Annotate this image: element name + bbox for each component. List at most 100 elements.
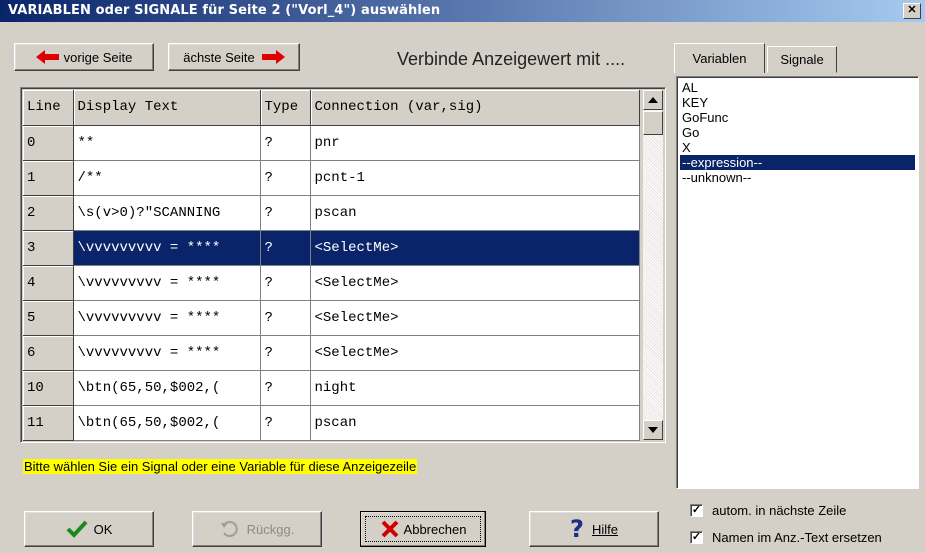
- window-title: VARIABLEN oder SIGNALE für Seite 2 ("Vor…: [8, 3, 441, 18]
- arrow-up-icon: [648, 97, 658, 103]
- row-type-cell[interactable]: ?: [260, 370, 311, 406]
- row-connection-cell[interactable]: pnr: [310, 125, 640, 161]
- replace-names-checkbox[interactable]: ✓: [690, 531, 703, 544]
- replace-names-checkbox-row[interactable]: ✓ Namen im Anz.-Text ersetzen: [690, 530, 882, 545]
- row-type-cell[interactable]: ?: [260, 160, 311, 196]
- row-type-cell[interactable]: ?: [260, 125, 311, 161]
- undo-label: Rückgg.: [246, 521, 295, 537]
- row-connection-cell[interactable]: pscan: [310, 195, 640, 231]
- list-item[interactable]: --unknown--: [680, 170, 915, 185]
- row-text-cell[interactable]: **: [73, 125, 261, 161]
- row-line-cell: 5: [23, 300, 74, 336]
- scroll-up-button[interactable]: [643, 90, 663, 110]
- row-connection-cell[interactable]: <SelectMe>: [310, 335, 640, 371]
- connection-grid[interactable]: Line Display Text Type Connection (var,s…: [20, 87, 666, 443]
- table-row[interactable]: 5 \vvvvvvvvv = ****? <SelectMe>: [23, 300, 640, 336]
- check-icon: ✓: [691, 504, 702, 516]
- check-icon: ✓: [691, 531, 702, 543]
- row-line-cell: 10: [23, 370, 74, 406]
- help-button[interactable]: ? Hilfe: [529, 511, 659, 547]
- column-header-type[interactable]: Type: [260, 90, 311, 126]
- row-text-cell[interactable]: \vvvvvvvvv = ****: [73, 335, 261, 371]
- row-connection-cell[interactable]: pcnt-1: [310, 160, 640, 196]
- row-type-cell[interactable]: ?: [260, 230, 311, 266]
- row-text-cell[interactable]: \vvvvvvvvv = ****: [73, 265, 261, 301]
- page-heading: Verbinde Anzeigewert mit ....: [397, 49, 626, 69]
- list-item[interactable]: AL: [680, 80, 915, 95]
- arrow-down-icon: [648, 427, 658, 433]
- list-item[interactable]: KEY: [680, 95, 915, 110]
- row-text-cell[interactable]: \vvvvvvvvv = ****: [73, 230, 261, 266]
- column-header-line[interactable]: Line: [23, 90, 74, 126]
- row-text-cell[interactable]: \btn(65,50,$002,(: [73, 370, 261, 406]
- hint-text: Bitte wählen Sie ein Signal oder eine Va…: [23, 459, 418, 474]
- tab-signale[interactable]: Signale: [767, 46, 837, 73]
- list-item[interactable]: GoFunc: [680, 110, 915, 125]
- list-item[interactable]: Go: [680, 125, 915, 140]
- row-connection-cell[interactable]: night: [310, 370, 640, 406]
- next-page-button[interactable]: ächste Seite: [168, 43, 300, 71]
- table-row[interactable]: 10 \btn(65,50,$002,(? night: [23, 370, 640, 406]
- row-line-cell: 0: [23, 125, 74, 161]
- scroll-thumb[interactable]: [643, 111, 663, 135]
- close-icon: ✕: [907, 4, 917, 16]
- grid-table: Line Display Text Type Connection (var,s…: [23, 90, 640, 441]
- row-text-cell[interactable]: \btn(65,50,$002,(: [73, 405, 261, 441]
- row-text-cell[interactable]: /**: [73, 160, 261, 196]
- auto-next-line-checkbox-row[interactable]: ✓ autom. in nächste Zeile: [690, 503, 846, 518]
- arrow-right-icon: [261, 50, 285, 64]
- table-row[interactable]: 11 \btn(65,50,$002,(? pscan: [23, 405, 640, 441]
- undo-button[interactable]: Rückgg.: [192, 511, 322, 547]
- row-text-cell[interactable]: \vvvvvvvvv = ****: [73, 300, 261, 336]
- table-row[interactable]: 2 \s(v>0)?"SCANNING? pscan: [23, 195, 640, 231]
- cancel-button[interactable]: Abbrechen: [360, 511, 486, 547]
- list-item[interactable]: X: [680, 140, 915, 155]
- column-header-display-text[interactable]: Display Text: [73, 90, 261, 126]
- checkmark-icon: [66, 520, 88, 538]
- prev-page-label: vorige Seite: [63, 49, 133, 65]
- table-row[interactable]: 0 **? pnr: [23, 125, 640, 161]
- scroll-down-button[interactable]: [643, 420, 663, 440]
- arrow-left-icon: [35, 50, 59, 64]
- list-item-selected[interactable]: --expression--: [680, 155, 915, 170]
- undo-icon: [220, 521, 238, 537]
- table-row-selected[interactable]: 3 \vvvvvvvvv = ****? <SelectMe>: [23, 230, 640, 266]
- help-label: Hilfe: [591, 521, 618, 537]
- tab-variablen-label: Variablen: [692, 51, 747, 66]
- grid-header-row: Line Display Text Type Connection (var,s…: [23, 90, 640, 126]
- row-connection-cell[interactable]: <SelectMe>: [310, 230, 640, 266]
- table-row[interactable]: 1/**? pcnt-1: [23, 160, 640, 196]
- close-button[interactable]: ✕: [903, 3, 921, 19]
- row-type-cell[interactable]: ?: [260, 405, 311, 441]
- tab-signale-label: Signale: [780, 52, 824, 67]
- auto-next-line-checkbox[interactable]: ✓: [690, 504, 703, 517]
- column-header-connection[interactable]: Connection (var,sig): [310, 90, 640, 126]
- row-text-cell[interactable]: \s(v>0)?"SCANNING: [73, 195, 261, 231]
- row-connection-cell[interactable]: <SelectMe>: [310, 265, 640, 301]
- variables-listbox[interactable]: AL KEY GoFunc Go X --expression-- --unkn…: [676, 76, 919, 489]
- grid-vertical-scrollbar[interactable]: [643, 90, 663, 440]
- focus-rect: [365, 516, 481, 542]
- row-type-cell[interactable]: ?: [260, 195, 311, 231]
- row-type-cell[interactable]: ?: [260, 335, 311, 371]
- row-line-cell: 4: [23, 265, 74, 301]
- tab-variablen[interactable]: Variablen: [674, 43, 765, 73]
- ok-button[interactable]: OK: [24, 511, 154, 547]
- prev-page-button[interactable]: vorige Seite: [14, 43, 154, 71]
- row-line-cell: 6: [23, 335, 74, 371]
- table-row[interactable]: 6 \vvvvvvvvv = ****? <SelectMe>: [23, 335, 640, 371]
- row-line-cell: 1: [23, 160, 74, 196]
- table-row[interactable]: 4 \vvvvvvvvv = ****? <SelectMe>: [23, 265, 640, 301]
- row-type-cell[interactable]: ?: [260, 300, 311, 336]
- row-type-cell[interactable]: ?: [260, 265, 311, 301]
- help-question-icon: ?: [570, 515, 584, 543]
- replace-names-label: Namen im Anz.-Text ersetzen: [712, 530, 882, 545]
- row-line-cell: 11: [23, 405, 74, 441]
- row-connection-cell[interactable]: pscan: [310, 405, 640, 441]
- next-page-label: ächste Seite: [183, 49, 255, 65]
- row-line-cell: 3: [23, 230, 74, 266]
- title-bar[interactable]: VARIABLEN oder SIGNALE für Seite 2 ("Vor…: [0, 0, 925, 22]
- auto-next-line-label: autom. in nächste Zeile: [712, 503, 847, 518]
- row-line-cell: 2: [23, 195, 74, 231]
- row-connection-cell[interactable]: <SelectMe>: [310, 300, 640, 336]
